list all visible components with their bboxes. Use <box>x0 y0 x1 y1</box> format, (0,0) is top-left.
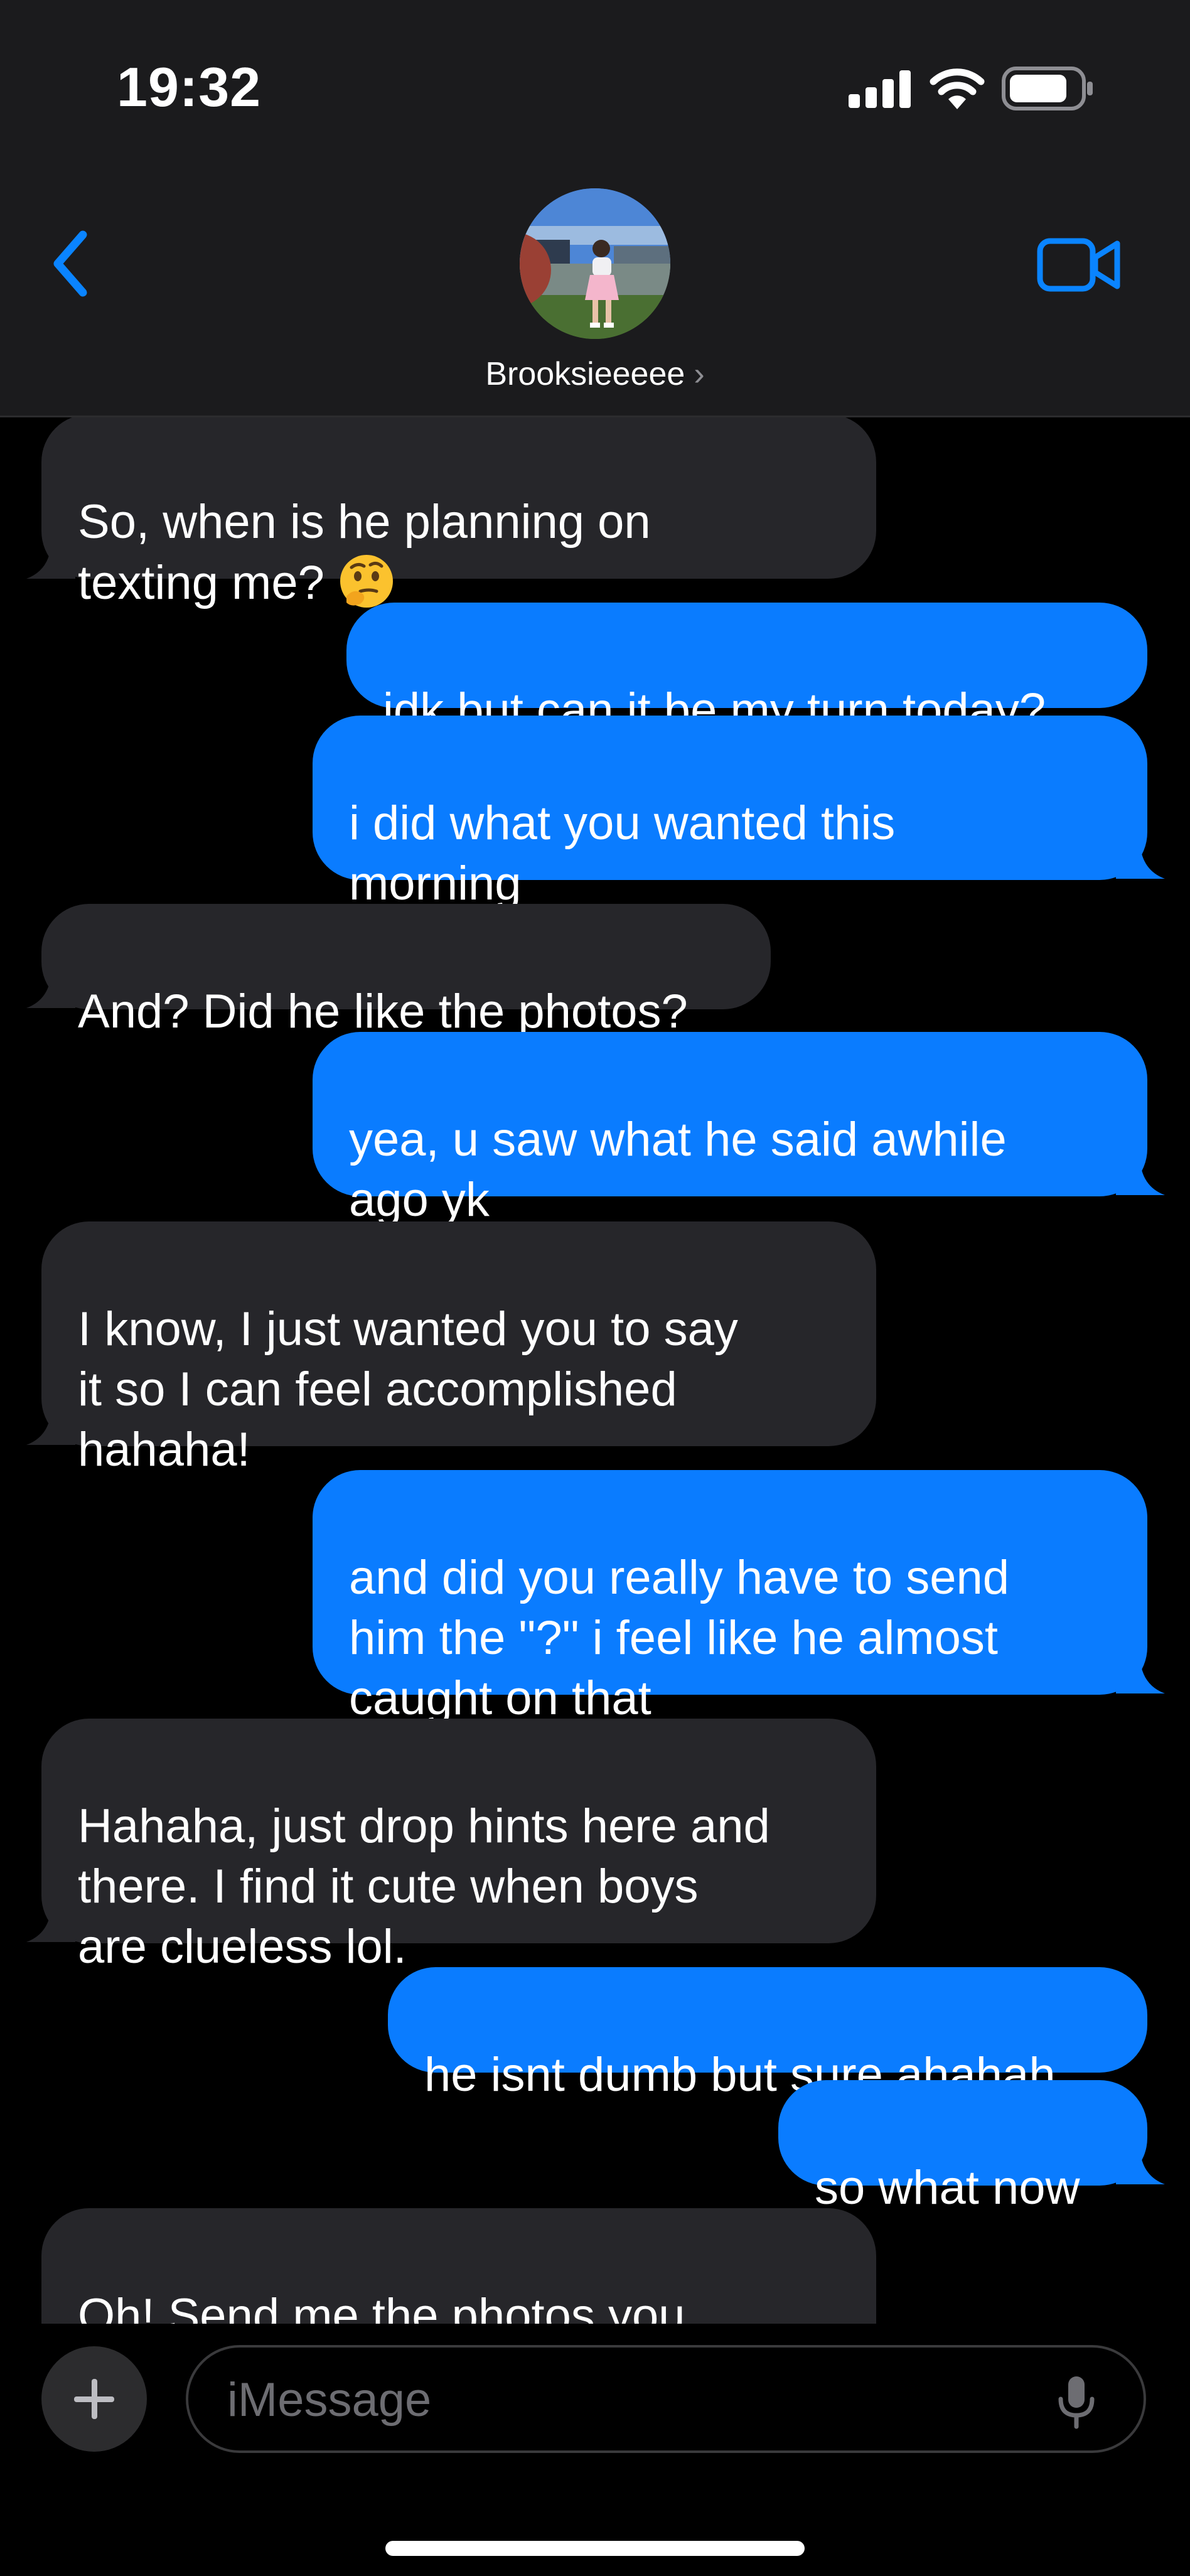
bubble-tail <box>1116 2147 1165 2184</box>
battery-icon <box>1002 67 1093 110</box>
message-thread[interactable]: So, when is he planning on texting me? i… <box>0 416 1190 2324</box>
message-text: Oh! Send me the photos you took of me aw… <box>78 2289 685 2324</box>
sent-message-bubble[interactable]: and did you really have to send him the … <box>313 1470 1147 1725</box>
imessage-input[interactable] <box>226 2348 1019 2452</box>
message-composer <box>0 2324 1190 2576</box>
received-message-bubble[interactable]: I know, I just wanted you to say it so I… <box>41 1221 876 1476</box>
sent-message-bubble[interactable]: he isnt dumb but sure ahahah <box>388 1967 1147 2101</box>
wifi-icon <box>930 68 985 109</box>
received-message-bubble[interactable]: And? Did he like the photos? <box>41 904 771 1038</box>
bubble-tail <box>1116 841 1165 879</box>
contact-name-label[interactable]: Brooksieeeee <box>485 356 685 392</box>
message-text: And? Did he like the photos? <box>78 985 688 1038</box>
cellular-signal-icon <box>849 70 911 108</box>
home-indicator[interactable] <box>385 2541 805 2556</box>
received-message-bubble[interactable]: Hahaha, just drop hints here and there. … <box>41 1719 876 1973</box>
bubble-tail <box>26 541 75 579</box>
bubble-tail <box>26 1407 75 1445</box>
message-text: so what now <box>815 2161 1080 2214</box>
bubble-tail <box>1116 1656 1165 1693</box>
status-time: 19:32 <box>117 56 262 118</box>
message-text: and did you really have to send him the … <box>349 1551 1010 1725</box>
sent-message-bubble[interactable]: so what now <box>778 2080 1147 2214</box>
conversation-header: 19:32 Brooksieeeee › <box>0 0 1190 417</box>
bubble-tail <box>26 1904 75 1942</box>
sent-message-bubble[interactable]: yea, u saw what he said awhile ago yk <box>313 1032 1147 1226</box>
received-message-bubble[interactable]: Oh! Send me the photos you took of me aw… <box>41 2208 876 2324</box>
back-chevron-icon[interactable] <box>44 226 100 301</box>
sent-message-bubble[interactable]: i did what you wanted this morning <box>313 716 1147 910</box>
plus-icon[interactable] <box>41 2346 147 2452</box>
contact-avatar[interactable] <box>520 188 670 339</box>
bubble-tail <box>1116 1157 1165 1195</box>
contact-name[interactable]: Brooksieeeee › <box>0 355 1190 393</box>
message-text: Hahaha, just drop hints here and there. … <box>78 1800 770 1973</box>
chevron-right-icon: › <box>694 356 705 392</box>
microphone-icon[interactable] <box>1054 2374 1098 2430</box>
message-text: i did what you wanted this morning <box>349 797 896 910</box>
bubble-tail <box>26 970 75 1008</box>
message-text: yea, u saw what he said awhile ago yk <box>349 1113 1007 1226</box>
received-message-bubble[interactable]: So, when is he planning on texting me? <box>41 416 876 609</box>
message-text: I know, I just wanted you to say it so I… <box>78 1302 738 1476</box>
imessage-field[interactable] <box>186 2345 1146 2453</box>
sent-message-bubble[interactable]: idk but can it be my turn today? <box>346 603 1147 737</box>
video-call-icon[interactable] <box>1037 237 1122 292</box>
thinking-face-emoji-icon <box>340 555 393 608</box>
